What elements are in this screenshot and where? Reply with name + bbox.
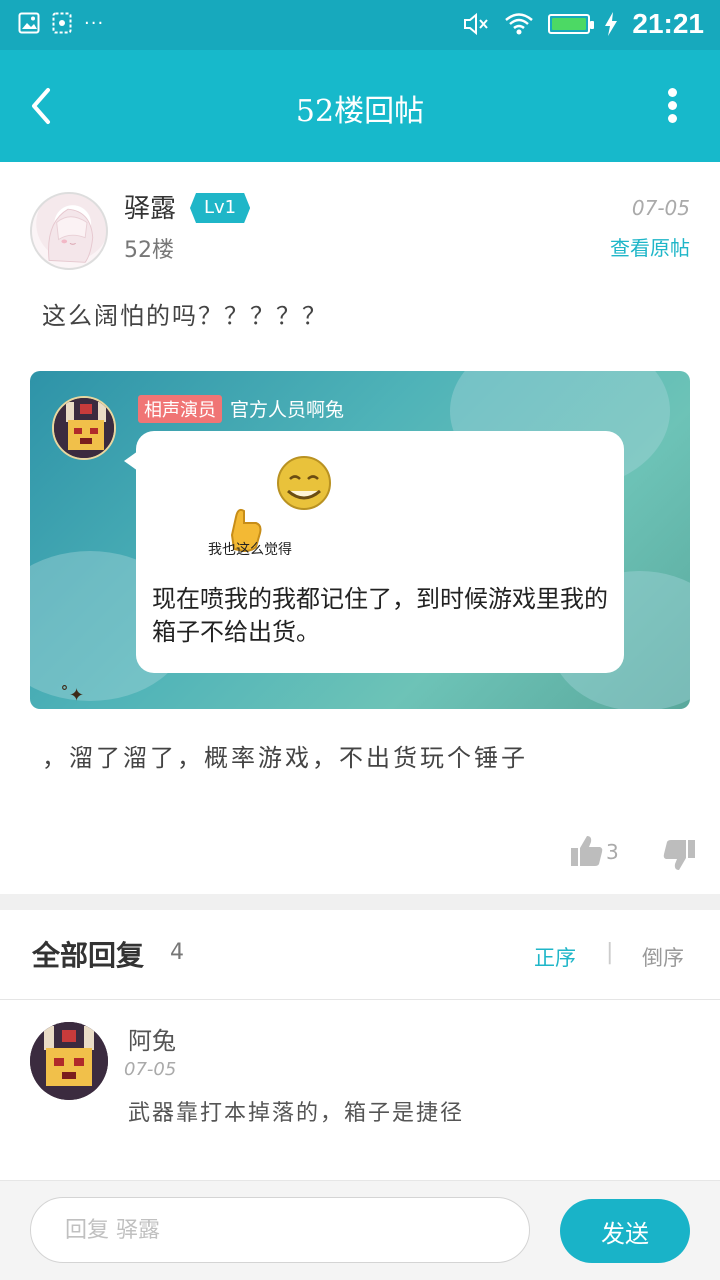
- floor-number: 52楼: [124, 238, 174, 263]
- sort-ascending-button[interactable]: 正序: [534, 942, 576, 972]
- reply-input[interactable]: [30, 1197, 530, 1263]
- more-vertical-icon-dot: [667, 114, 677, 123]
- thumbs-down-icon: [663, 840, 695, 870]
- more-options-button[interactable]: [666, 88, 678, 124]
- sort-separator: |: [606, 940, 614, 965]
- more-vertical-icon: [667, 88, 677, 97]
- charging-icon: [605, 12, 618, 36]
- level-badge: Lv1: [190, 193, 251, 223]
- post-text-after: ，溜了溜了，概率游戏，不出货玩个锤子: [42, 744, 528, 772]
- send-button[interactable]: 发送: [560, 1199, 690, 1263]
- replies-header: 全部回复 4 正序 | 倒序: [0, 910, 720, 1000]
- author-avatar[interactable]: [30, 192, 108, 270]
- mute-icon: [464, 12, 489, 36]
- reply-text: 武器靠打本掉落的，箱子是捷径: [128, 1101, 465, 1126]
- battery-icon: [548, 14, 595, 34]
- pixel-bunny-icon: [30, 1022, 108, 1100]
- status-bar: ··· 21:21: [0, 0, 720, 50]
- reply-avatar[interactable]: [30, 1022, 108, 1100]
- post-card: 驿露 Lv1 52楼 07-05 查看原帖 这么阔怕的吗？？？？？ 相声演员 官…: [0, 162, 720, 894]
- role-tag: 相声演员: [138, 395, 222, 423]
- page-title: 52楼回帖: [295, 94, 425, 129]
- more-vertical-icon-dot: [667, 101, 677, 110]
- like-count: 3: [606, 840, 619, 864]
- reply-item[interactable]: 阿兔 07-05 武器靠打本掉落的，箱子是捷径: [0, 1001, 720, 1181]
- sort-descending-button[interactable]: 倒序: [642, 942, 684, 972]
- replies-count: 4: [170, 940, 184, 965]
- clock: 21:21: [632, 8, 704, 39]
- sparkle-icon: ˚✦: [60, 685, 85, 706]
- post-date: 07-05: [631, 196, 690, 220]
- screenshot-icon: [52, 12, 72, 34]
- chat-bubble: 我也这么觉得 现在喷我的我都记住了，到时候游戏里我的箱子不给出货。: [124, 431, 624, 673]
- meme-caption: 我也这么觉得: [208, 542, 292, 558]
- bubble-text: 现在喷我的我都记住了，到时候游戏里我的箱子不给出货。: [152, 585, 608, 646]
- title-bar: 52楼回帖: [0, 50, 720, 162]
- wifi-icon: [505, 13, 534, 35]
- reply-author[interactable]: 阿兔: [128, 1021, 176, 1056]
- anime-girl-avatar-icon: [48, 208, 94, 263]
- post-text-before: 这么阔怕的吗？？？？？: [42, 302, 328, 330]
- pixel-bunny-icon: [54, 398, 114, 458]
- dislike-button[interactable]: [662, 838, 696, 872]
- reply-composer: 发送: [0, 1180, 720, 1280]
- replies-title: 全部回复: [32, 939, 145, 972]
- reply-date: 07-05: [124, 1059, 177, 1080]
- section-divider: [0, 894, 720, 910]
- image-icon: [18, 12, 40, 34]
- image-username: 官方人员啊兔: [230, 399, 345, 421]
- more-dots-icon: ···: [84, 12, 105, 34]
- post-image[interactable]: 相声演员 官方人员啊兔 我也这么觉得 现在喷我的我都记住了，到时候游戏里我的箱子…: [30, 371, 690, 709]
- author-name[interactable]: 驿露: [124, 188, 176, 225]
- pixel-character-avatar: [52, 396, 116, 460]
- thumbs-up-icon: [571, 836, 603, 866]
- like-button[interactable]: [570, 834, 604, 868]
- view-original-link[interactable]: 查看原帖: [610, 232, 690, 261]
